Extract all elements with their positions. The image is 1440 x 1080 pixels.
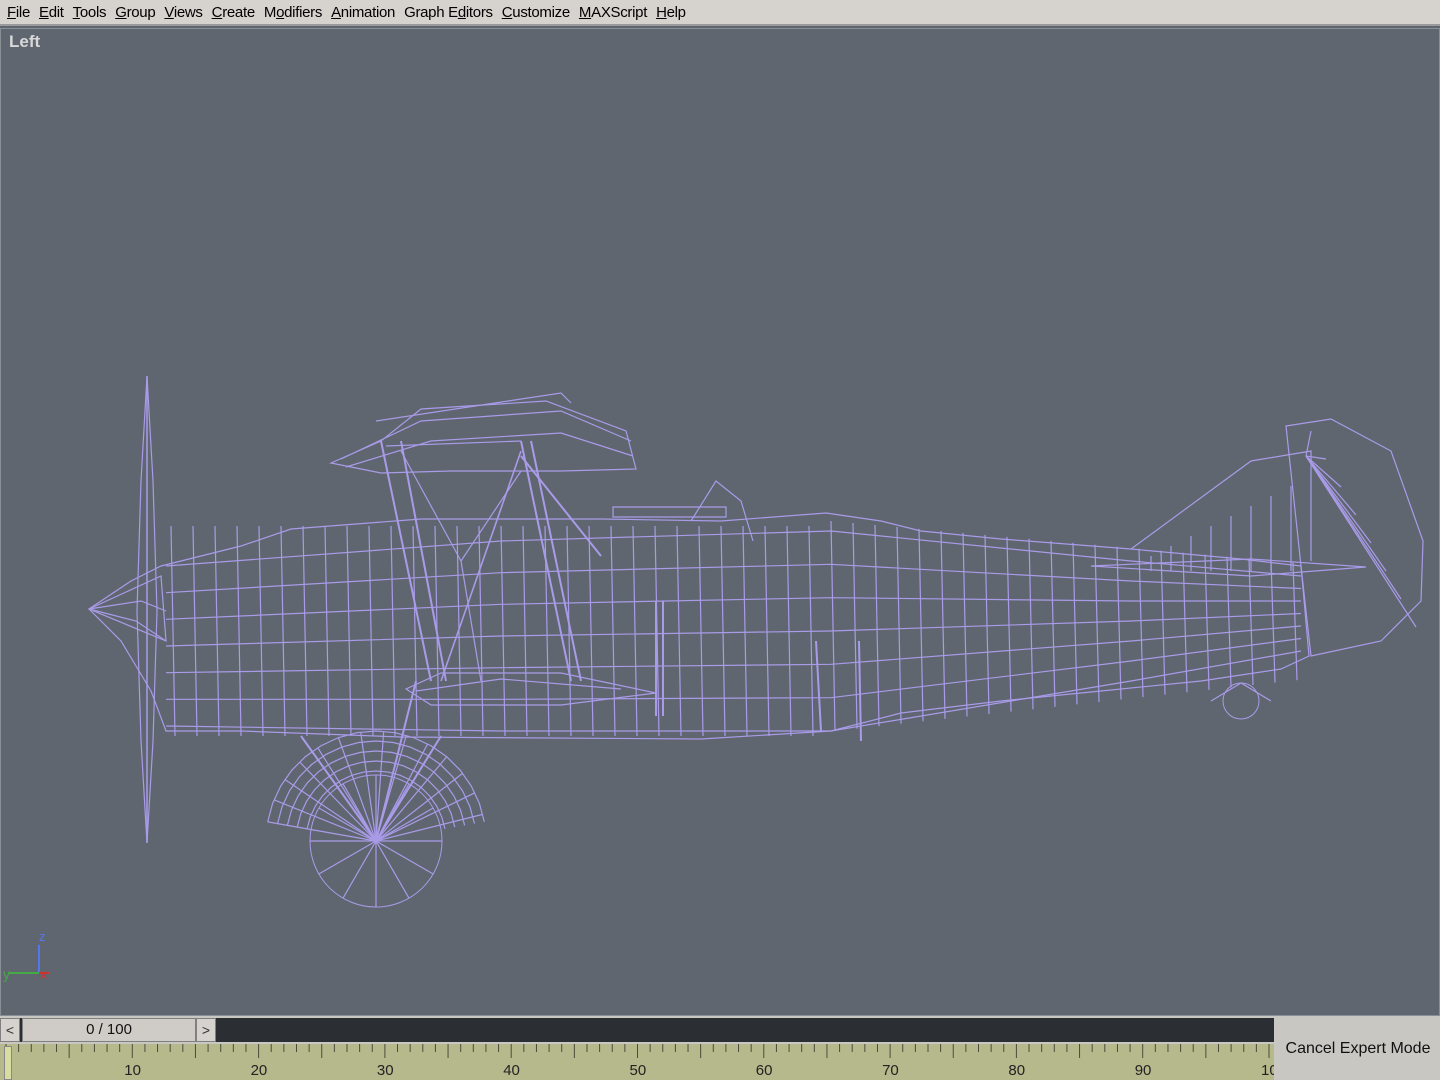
track-bar[interactable]: 10 20 30 40 50 60 70 80 90 10 (0, 1044, 1274, 1080)
track-bar-tick-label: 70 (882, 1062, 899, 1079)
menu-modifiers[interactable]: Modifiers (264, 4, 322, 21)
bottom-bar: < 0 / 100 > 10 20 30 40 50 60 70 80 90 10 Cancel … (0, 1016, 1440, 1080)
track-bar-tick-label: 10 (1261, 1062, 1274, 1079)
axis-y-label: y (3, 966, 10, 982)
menu-animation[interactable]: Animation (331, 4, 395, 21)
menu-maxscript[interactable]: MAXScript (579, 4, 647, 21)
time-slider-prev-button[interactable]: < (0, 1018, 20, 1042)
time-slider-next-button[interactable]: > (196, 1018, 216, 1042)
track-bar-tick-label: 80 (1008, 1062, 1026, 1079)
menu-graph-editors[interactable]: Graph Editors (404, 4, 493, 21)
menu-tools[interactable]: Tools (73, 4, 107, 21)
axis-x-label: x (40, 966, 47, 982)
menu-group[interactable]: Group (115, 4, 156, 21)
menu-file[interactable]: File (7, 4, 30, 21)
menu-views[interactable]: Views (164, 4, 203, 21)
track-bar-tick-label: 10 (124, 1062, 141, 1079)
menu-customize[interactable]: Customize (502, 4, 570, 21)
left-viewport[interactable]: Left z y x (0, 28, 1440, 1016)
track-bar-tick-label: 90 (1134, 1062, 1152, 1079)
axis-z-label: z (39, 929, 46, 944)
track-bar-tick-label: 20 (250, 1062, 268, 1079)
menu-edit[interactable]: Edit (39, 4, 64, 21)
track-bar-tick-label: 60 (755, 1062, 773, 1079)
axis-tripod-icon: z y x (3, 929, 49, 982)
track-bar-tick-label: 40 (503, 1062, 520, 1079)
biplane-wireframe[interactable] (1, 29, 1440, 1016)
track-bar-tick-label: 30 (376, 1062, 394, 1079)
track-bar-tick-label: 50 (629, 1062, 647, 1079)
time-cursor[interactable] (4, 1046, 12, 1080)
menu-create[interactable]: Create (212, 4, 256, 21)
menu-bar: File Edit Tools Group Views Create Modifiers An… (0, 0, 1440, 26)
menu-help[interactable]: Help (656, 4, 686, 21)
cancel-expert-mode-button[interactable]: Cancel Expert Mode (1276, 1034, 1440, 1064)
time-slider-thumb[interactable]: 0 / 100 (22, 1018, 196, 1042)
